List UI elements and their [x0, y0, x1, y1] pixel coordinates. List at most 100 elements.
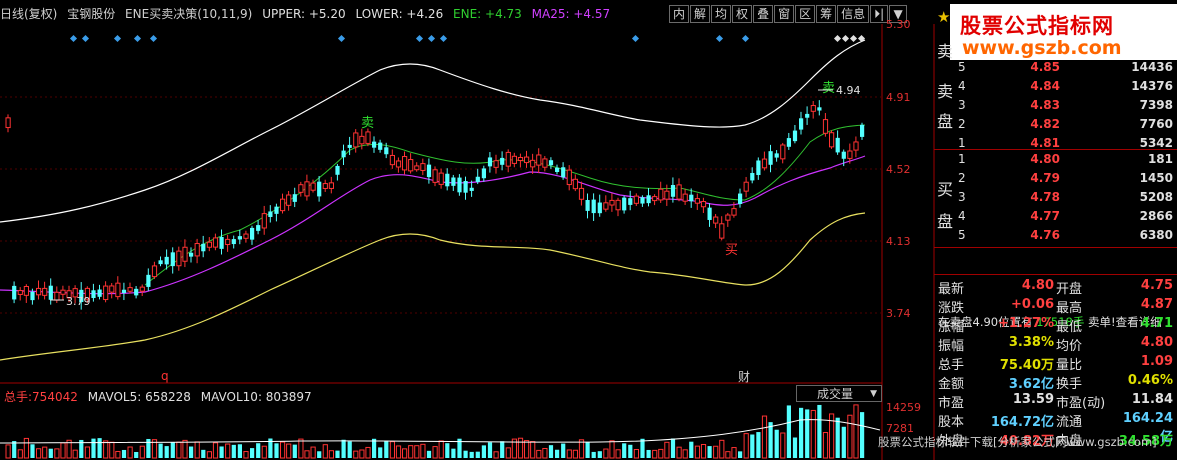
- bid-price: 4.79: [1030, 171, 1060, 185]
- ask-row[interactable]: 5 4.85 14436: [934, 60, 1177, 79]
- volume-bar: [250, 448, 255, 458]
- candle-body: [835, 137, 840, 153]
- volume-indicator-select[interactable]: 成交量 ▼: [796, 385, 882, 402]
- candle-body: [566, 169, 572, 186]
- star-icon[interactable]: ★: [937, 8, 950, 26]
- candle-body: [700, 201, 707, 208]
- candle-body: [761, 158, 768, 169]
- candle-body: [256, 225, 261, 231]
- volume-bar: [201, 449, 206, 458]
- stat-label: 总手: [938, 358, 965, 373]
- volume-bar: [23, 437, 29, 459]
- bid-volume: 6380: [1139, 228, 1173, 242]
- candle-body: [359, 135, 365, 145]
- volume-bar: [298, 438, 304, 459]
- volume-bar: [481, 445, 486, 458]
- volume-bar: [676, 446, 682, 459]
- candle-body: [372, 141, 377, 148]
- volume-bar: [164, 446, 169, 458]
- volume-bar: [304, 450, 310, 459]
- candle-body: [451, 177, 456, 186]
- volume-bar: [530, 441, 536, 459]
- ask-level: 2: [958, 117, 966, 131]
- volume-bar: [30, 444, 35, 458]
- ask-row[interactable]: 4 4.84 14376: [934, 79, 1177, 98]
- signal-diamond-icon: [113, 34, 122, 43]
- bid-row[interactable]: 2 4.79 1450: [934, 171, 1177, 190]
- candle-body: [353, 132, 359, 148]
- candle-body: [30, 291, 35, 301]
- candle-body: [347, 144, 352, 148]
- candle-body: [194, 243, 200, 257]
- bid-row[interactable]: 3 4.78 5208: [934, 190, 1177, 209]
- mavol10-value: MAVOL10: 803897: [200, 390, 312, 404]
- candle-body: [432, 169, 438, 183]
- low-price-annotation: 3.79: [66, 295, 91, 308]
- volume-bar: [182, 439, 188, 459]
- volume-bar: [237, 444, 242, 458]
- volume-bar: [761, 415, 768, 459]
- volume-bar: [670, 438, 676, 458]
- volume-bar: [365, 446, 371, 459]
- volume-bar: [341, 439, 346, 458]
- stat-label: 换手: [1056, 377, 1083, 392]
- volume-bar: [731, 447, 737, 459]
- volume-bar: [493, 451, 499, 459]
- volume-bar: [139, 445, 145, 459]
- stat-label: 量比: [1056, 358, 1083, 373]
- ask-row[interactable]: 3 4.83 7398: [934, 98, 1177, 117]
- stats-row: 最新 4.80 开盘 4.75: [934, 278, 1177, 297]
- stat-value: 164.72亿: [990, 415, 1054, 430]
- signal-markers: [69, 34, 866, 43]
- total-volume-value: 754042: [32, 390, 78, 404]
- sell-side-label-top: 卖: [937, 42, 954, 61]
- volume-bar: [280, 441, 286, 459]
- bottom-cai-label: 财: [738, 370, 750, 384]
- footer-ticker[interactable]: 股票公式指标软件下载[分析家公式网www.gszb.com]: [878, 434, 1157, 450]
- candle-body: [286, 194, 292, 206]
- bid-row[interactable]: 1 4.80 181: [934, 152, 1177, 171]
- volume-bar: [622, 443, 627, 458]
- candle-body: [268, 211, 273, 217]
- stat-value: 4.87: [1140, 297, 1173, 312]
- bid-price: 4.76: [1030, 228, 1060, 242]
- candle-body: [603, 202, 609, 210]
- candle-body: [530, 159, 536, 168]
- volume-bar: [707, 446, 712, 458]
- volume-bar: [725, 451, 731, 459]
- volume-bar: [822, 432, 829, 459]
- ask-price: 4.84: [1030, 79, 1060, 93]
- candle-body: [261, 213, 267, 229]
- candle-body: [127, 287, 133, 292]
- candle-body: [731, 208, 737, 216]
- stats-divider: [934, 274, 1177, 275]
- quote-panel: 卖 卖 盘 买 盘 5 4.85 14436 4 4.84 14376 3 4.83 7398 2…: [934, 42, 1177, 460]
- volume-bar: [847, 414, 853, 459]
- volume-bars-group: [5, 404, 865, 459]
- candle-body: [109, 285, 115, 293]
- volume-bar: [384, 440, 389, 458]
- bid-volume: 2866: [1139, 209, 1173, 223]
- volume-bar: [103, 440, 109, 459]
- candle-body: [384, 147, 389, 155]
- candle-body: [317, 181, 322, 197]
- ask-row[interactable]: 2 4.82 7760: [934, 117, 1177, 136]
- volume-bar: [176, 441, 182, 459]
- bid-row[interactable]: 5 4.76 6380: [934, 228, 1177, 247]
- candle-body: [750, 172, 755, 181]
- bid-row[interactable]: 4 4.77 2866: [934, 209, 1177, 228]
- volume-bar: [286, 443, 292, 459]
- bid-price: 4.80: [1030, 152, 1060, 166]
- volume-bar: [72, 449, 78, 459]
- candle-body: [12, 285, 17, 300]
- volume-bar: [146, 438, 151, 458]
- bid-price: 4.77: [1030, 209, 1060, 223]
- volume-bar: [743, 433, 749, 459]
- candle-body: [60, 289, 66, 295]
- candle-body: [694, 198, 700, 204]
- volume-bar: [212, 442, 219, 459]
- volume-bar: [109, 441, 115, 459]
- stat-value: 4.80: [1021, 278, 1054, 293]
- volume-bar: [426, 450, 432, 458]
- volume-indicator-label: 成交量: [817, 387, 854, 401]
